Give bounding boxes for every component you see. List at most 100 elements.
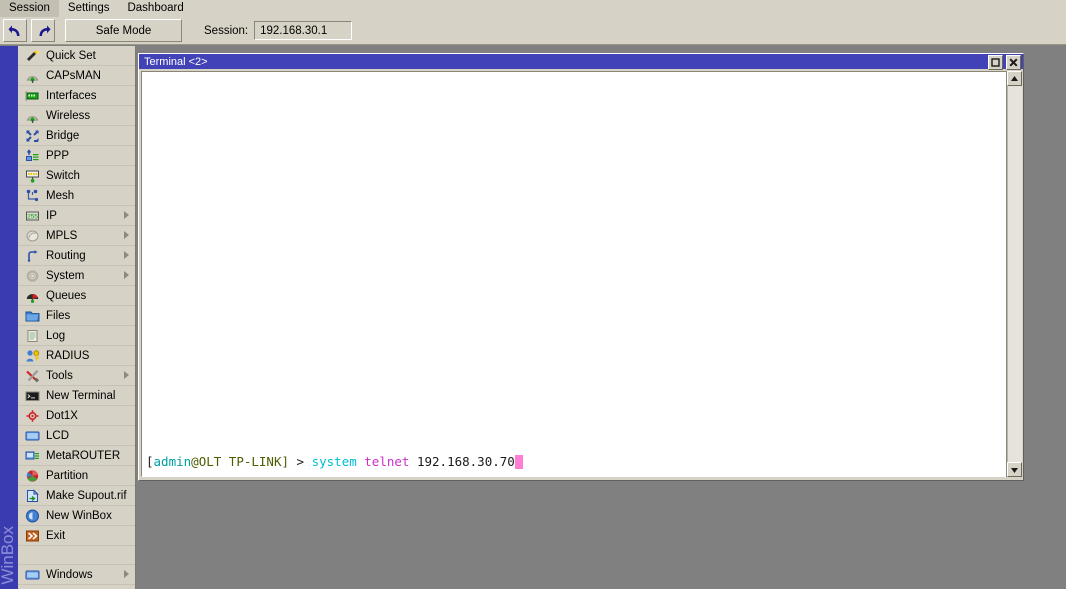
- text-cursor: [514, 455, 523, 469]
- sidebar-item-ppp[interactable]: PPP: [18, 146, 135, 166]
- close-button[interactable]: [1006, 55, 1021, 70]
- metarouter-icon: [24, 448, 41, 464]
- sidebar-item-label: IP: [46, 209, 57, 222]
- command-word-telnet: telnet: [364, 454, 410, 469]
- sidebar-item-switch[interactable]: Switch: [18, 166, 135, 186]
- sidebar-item-label: Make Supout.rif: [46, 489, 127, 502]
- sidebar-item-label: Wireless: [46, 109, 91, 122]
- sidebar-item-label: Tools: [46, 369, 73, 382]
- session-label: Session:: [204, 24, 249, 37]
- sidebar-item-label: MPLS: [46, 229, 78, 242]
- sidebar-item-label: Exit: [46, 529, 66, 542]
- winbox-brand-text: WinBox: [0, 526, 17, 585]
- chevron-right-icon: [124, 211, 129, 219]
- interface-icon: [24, 88, 41, 104]
- sidebar-item-label: PPP: [46, 149, 70, 162]
- sidebar-item-label: Bridge: [46, 129, 80, 142]
- sidebar-item-lcd[interactable]: LCD: [18, 426, 135, 446]
- maximize-icon: [991, 58, 1000, 67]
- command-word-system: system: [311, 454, 357, 469]
- sidebar-item-dot1x[interactable]: Dot1X: [18, 406, 135, 426]
- sidebar-item-mpls[interactable]: MPLS: [18, 226, 135, 246]
- wand-icon: [24, 48, 41, 64]
- sidebar-item-windows[interactable]: Windows: [18, 565, 135, 585]
- scroll-down-arrow-icon: [1011, 467, 1018, 473]
- sidebar-item-interfaces[interactable]: Interfaces: [18, 86, 135, 106]
- sidebar-item-files[interactable]: Files: [18, 306, 135, 326]
- prompt-hostname: @OLT TP-LINK]: [191, 454, 290, 469]
- sidebar-item-make-supout[interactable]: Make Supout.rif: [18, 486, 135, 506]
- sidebar-item-label: Routing: [46, 249, 86, 262]
- ppp-icon: [24, 148, 41, 164]
- tools-icon: [24, 368, 41, 384]
- sidebar-item-queues[interactable]: Queues: [18, 286, 135, 306]
- chevron-right-icon: [124, 271, 129, 279]
- sidebar-item-label: LCD: [46, 429, 70, 442]
- radius-key-icon: [24, 348, 41, 364]
- terminal-output-area[interactable]: [admin@OLT TP-LINK] > system telnet 192.…: [141, 71, 1007, 477]
- undo-button[interactable]: [3, 19, 27, 42]
- sidebar-item-exit[interactable]: Exit: [18, 526, 135, 546]
- sidebar-item-quick-set[interactable]: Quick Set: [18, 46, 135, 66]
- routing-icon: [24, 248, 41, 264]
- menu-session[interactable]: Session: [0, 0, 59, 17]
- sidebar-item-new-winbox[interactable]: New WinBox: [18, 506, 135, 526]
- sidebar-item-metarouter[interactable]: MetaROUTER: [18, 446, 135, 466]
- sidebar-item-label: Files: [46, 309, 71, 322]
- chevron-right-icon: [124, 251, 129, 259]
- scroll-up-button[interactable]: [1007, 71, 1022, 86]
- safe-mode-button[interactable]: Safe Mode: [65, 19, 182, 42]
- prompt-username: admin: [153, 454, 192, 469]
- terminal-title-text: Terminal <2>: [144, 55, 208, 68]
- lcd-icon: [24, 428, 41, 444]
- sidebar-item-capsman[interactable]: CAPsMAN: [18, 66, 135, 86]
- folder-icon: [24, 308, 41, 324]
- menu-dashboard[interactable]: Dashboard: [118, 0, 192, 17]
- queues-icon: [24, 288, 41, 304]
- sidebar-item-label: Windows: [46, 568, 93, 581]
- menu-settings[interactable]: Settings: [59, 0, 119, 17]
- sidebar-item-label: Switch: [46, 169, 80, 182]
- scrollbar-track[interactable]: [1007, 86, 1022, 462]
- sidebar-item-routing[interactable]: Routing: [18, 246, 135, 266]
- sidebar-item-system[interactable]: System: [18, 266, 135, 286]
- sidebar-item-label: System: [46, 269, 85, 282]
- terminal-icon: [24, 388, 41, 404]
- mpls-icon: [24, 228, 41, 244]
- sidebar-item-new-terminal[interactable]: New Terminal: [18, 386, 135, 406]
- prompt-open-bracket: [: [146, 454, 154, 469]
- scroll-down-button[interactable]: [1007, 462, 1022, 477]
- redo-button[interactable]: [31, 19, 55, 42]
- sidebar-item-tools[interactable]: Tools: [18, 366, 135, 386]
- sidebar-item-log[interactable]: Log: [18, 326, 135, 346]
- sidebar-item-label: CAPsMAN: [46, 69, 101, 82]
- sidebar-item-ip[interactable]: 255 IP: [18, 206, 135, 226]
- window-controls: [988, 55, 1021, 70]
- sidebar-item-label: MetaROUTER: [46, 449, 121, 462]
- chevron-right-icon: [124, 570, 129, 578]
- sidebar-separator: [18, 546, 135, 565]
- sidebar-item-mesh[interactable]: Mesh: [18, 186, 135, 206]
- terminal-title-bar[interactable]: Terminal <2>: [139, 54, 1023, 70]
- terminal-vertical-scrollbar[interactable]: [1006, 71, 1022, 477]
- chevron-right-icon: [124, 231, 129, 239]
- sidebar-item-wireless[interactable]: Wireless: [18, 106, 135, 126]
- sidebar-item-radius[interactable]: RADIUS: [18, 346, 135, 366]
- sidebar-menu: Quick Set CAPsMAN Interfaces Wireless Br…: [18, 46, 136, 589]
- exit-icon: [24, 528, 41, 544]
- sidebar-item-label: Mesh: [46, 189, 75, 202]
- session-value[interactable]: 192.168.30.1: [254, 21, 353, 40]
- prompt-caret: >: [289, 454, 312, 469]
- sidebar-item-bridge[interactable]: Bridge: [18, 126, 135, 146]
- sidebar-item-label: Partition: [46, 469, 89, 482]
- close-icon: [1009, 58, 1018, 67]
- sidebar-item-partition[interactable]: Partition: [18, 466, 135, 486]
- chevron-right-icon: [124, 371, 129, 379]
- sidebar-item-label: New Terminal: [46, 389, 116, 402]
- sidebar-item-label: RADIUS: [46, 349, 90, 362]
- sidebar-item-label: Log: [46, 329, 66, 342]
- maximize-button[interactable]: [988, 55, 1003, 70]
- sidebar-item-label: Queues: [46, 289, 87, 302]
- sidebar-item-label: New WinBox: [46, 509, 112, 522]
- ip-255-icon: 255: [24, 208, 41, 224]
